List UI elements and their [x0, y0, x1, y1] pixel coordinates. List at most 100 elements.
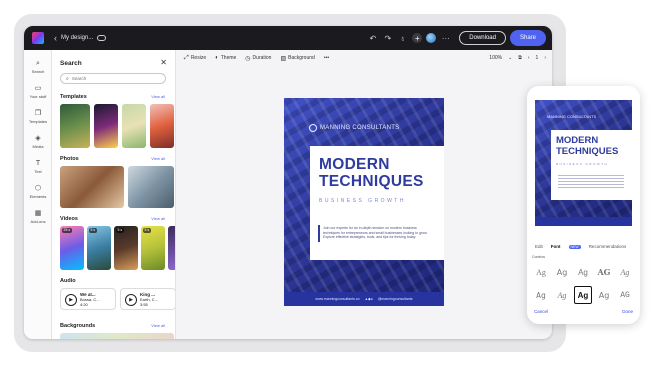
- subheadline[interactable]: BUSINESS GROWTH: [319, 198, 406, 204]
- duration-badge: 5 s: [116, 228, 124, 233]
- section-label: Combos: [532, 255, 546, 259]
- social-handle: @manningconsultants: [377, 297, 413, 301]
- more-options-icon[interactable]: ···: [440, 34, 451, 43]
- audio-info: King ... Earth, C... 3:55: [140, 292, 158, 307]
- rail-label: Elements: [29, 193, 47, 199]
- undo-icon[interactable]: ↶: [367, 34, 378, 43]
- video-thumb[interactable]: 25 s: [60, 226, 84, 270]
- search-input[interactable]: [71, 76, 152, 81]
- rail-item-your-stuff[interactable]: ▭ Your stuff: [24, 79, 52, 104]
- template-thumb[interactable]: [150, 104, 174, 148]
- photo-thumb[interactable]: [128, 166, 174, 208]
- add-collaborator-icon[interactable]: +: [412, 33, 423, 43]
- rail-label: Your stuff: [29, 93, 47, 99]
- template-thumb[interactable]: [60, 104, 90, 148]
- rail-item-templates[interactable]: ❐ Templates: [24, 104, 52, 129]
- photo-thumb[interactable]: [60, 166, 124, 208]
- audio-card[interactable]: ▶ We at... Bossa, C... 4:20: [60, 288, 116, 310]
- font-sample: Ag: [620, 267, 630, 277]
- chevron-down-icon[interactable]: ⌄: [508, 55, 512, 61]
- resize-icon: ⤢: [184, 54, 189, 61]
- font-option[interactable]: Ag: [553, 286, 571, 304]
- app-logo-icon[interactable]: [32, 32, 44, 44]
- font-option[interactable]: Ag: [532, 263, 550, 281]
- play-icon[interactable]: ▶: [65, 294, 77, 306]
- template-thumb[interactable]: [94, 104, 118, 148]
- back-icon[interactable]: ‹: [54, 33, 57, 43]
- view-all-backgrounds-link[interactable]: View all: [151, 323, 165, 328]
- brand-logo-icon: [309, 124, 317, 132]
- rail-item-elements[interactable]: ⬡ Elements: [24, 179, 52, 204]
- share-button[interactable]: Share: [509, 30, 546, 46]
- page-number: 1: [535, 55, 539, 61]
- tab-font[interactable]: Font: [551, 244, 561, 249]
- rail-label: Add-ons: [30, 218, 46, 224]
- search-box[interactable]: ⌕: [60, 73, 166, 84]
- headline[interactable]: MODERN TECHNIQUES: [319, 156, 424, 190]
- rail-item-search[interactable]: ⌕ Search: [24, 54, 52, 79]
- rail-item-media[interactable]: ◈ Media: [24, 129, 52, 154]
- video-thumb[interactable]: 5 s: [87, 226, 111, 270]
- duration-tool[interactable]: ◷ Duration: [245, 55, 271, 62]
- font-sample: Ag: [536, 267, 546, 277]
- addons-icon: ▦: [34, 209, 42, 217]
- search-icon: ⌕: [66, 75, 69, 82]
- more-tools-button[interactable]: •••: [324, 55, 329, 61]
- font-option[interactable]: Ag: [595, 286, 613, 304]
- video-thumb[interactable]: 5 s: [141, 226, 165, 270]
- template-thumb[interactable]: [122, 104, 146, 148]
- headline: MODERN TECHNIQUES: [556, 135, 618, 157]
- view-all-templates-link[interactable]: View all: [151, 94, 165, 99]
- rail-item-addons[interactable]: ▦ Add-ons: [24, 204, 52, 229]
- bulb-icon[interactable]: ♁: [397, 34, 408, 43]
- background-tool[interactable]: ▧ Background: [280, 55, 314, 62]
- view-all-videos-link[interactable]: View all: [151, 216, 165, 221]
- view-all-photos-link[interactable]: View all: [151, 156, 165, 161]
- pages-icon[interactable]: ⧉: [518, 55, 522, 61]
- design-canvas[interactable]: MANNING CONSULTANTS MODERN TECHNIQUES BU…: [284, 98, 444, 306]
- cancel-button[interactable]: Cancel: [534, 309, 548, 314]
- media-icon: ◈: [35, 134, 41, 142]
- duration-badge: 5 s: [143, 228, 151, 233]
- section-title-photos: Photos: [60, 156, 79, 162]
- avatar[interactable]: [426, 33, 437, 43]
- zoom-level[interactable]: 100%: [489, 55, 502, 61]
- font-option-selected[interactable]: Ag: [574, 286, 592, 304]
- tab-edit[interactable]: Edit: [535, 244, 543, 249]
- font-sample: AG: [620, 290, 630, 300]
- font-option[interactable]: Ag: [532, 286, 550, 304]
- font-option[interactable]: Ag: [553, 263, 571, 281]
- done-button[interactable]: Done: [622, 309, 633, 314]
- font-option[interactable]: AG: [595, 263, 613, 281]
- rail-item-text[interactable]: T Text: [24, 154, 52, 179]
- theme-tool[interactable]: ◐ Theme: [215, 55, 236, 61]
- font-option[interactable]: AG: [616, 286, 634, 304]
- headline-line: TECHNIQUES: [319, 173, 424, 190]
- folder-icon: ▭: [34, 84, 42, 92]
- audio-time: 4:20: [80, 302, 88, 307]
- headline-card[interactable]: MODERN TECHNIQUES BUSINESS GROWTH Join o…: [310, 146, 444, 260]
- close-icon[interactable]: ✕: [160, 58, 167, 67]
- resize-tool[interactable]: ⤢ Resize: [184, 55, 206, 62]
- background-thumb[interactable]: [60, 333, 174, 339]
- body-text[interactable]: Join our experts for an in-depth session…: [323, 226, 433, 240]
- document-title[interactable]: My design...: [61, 35, 93, 41]
- tab-recommendations[interactable]: Recommendations: [589, 244, 627, 249]
- download-button[interactable]: Download: [459, 31, 506, 45]
- section-title-templates: Templates: [60, 94, 87, 100]
- phone-bottom-actions: Cancel Done: [534, 309, 633, 314]
- chevron-right-icon[interactable]: ›: [544, 55, 546, 61]
- video-thumb[interactable]: 5 s: [114, 226, 138, 270]
- social-icons: ▲◆●: [364, 297, 373, 301]
- font-option[interactable]: Ag: [616, 263, 634, 281]
- brand-mark[interactable]: MANNING CONSULTANTS: [309, 124, 399, 132]
- font-option[interactable]: Ag: [574, 263, 592, 281]
- audio-card[interactable]: ▶ King ... Earth, C... 3:55: [120, 288, 175, 310]
- footer-strip[interactable]: www.manningconsultants.co ▲◆● @manningco…: [284, 292, 444, 306]
- chevron-left-icon[interactable]: ‹: [528, 55, 530, 61]
- play-icon[interactable]: ▶: [125, 294, 137, 306]
- font-sample: Ag: [578, 267, 588, 277]
- video-thumb[interactable]: [168, 226, 175, 270]
- phone-design-preview[interactable]: MANNING CONSULTANTS MODERN TECHNIQUES BU…: [535, 100, 632, 226]
- redo-icon[interactable]: ↷: [382, 34, 393, 43]
